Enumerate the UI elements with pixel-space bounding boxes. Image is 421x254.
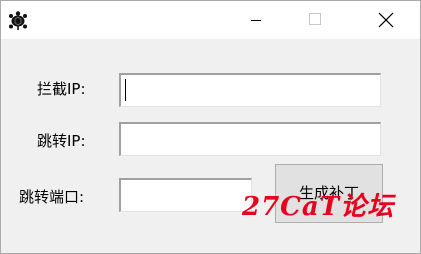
- title-bar[interactable]: [1, 1, 420, 39]
- intercept-ip-label: 拦截IP:: [37, 80, 86, 98]
- intercept-ip-input[interactable]: [119, 73, 381, 107]
- maximize-icon: [309, 13, 321, 25]
- watermark-text: 27CaT论坛: [242, 192, 395, 222]
- app-window: 拦截IP: 跳转IP: 跳转端口: 生成补丁 27CaT论坛: [0, 0, 421, 254]
- close-icon: [378, 12, 394, 28]
- maximize-button[interactable]: [291, 1, 337, 39]
- minimize-button[interactable]: [233, 1, 279, 39]
- turtle-icon: [9, 11, 27, 30]
- close-button[interactable]: [363, 1, 409, 39]
- minimize-icon: [251, 20, 261, 21]
- text-caret: [125, 79, 126, 101]
- jump-ip-label: 跳转IP:: [37, 132, 86, 150]
- jump-ip-input[interactable]: [119, 122, 381, 156]
- jump-port-label: 跳转端口:: [19, 188, 85, 206]
- jump-port-input[interactable]: [119, 178, 252, 212]
